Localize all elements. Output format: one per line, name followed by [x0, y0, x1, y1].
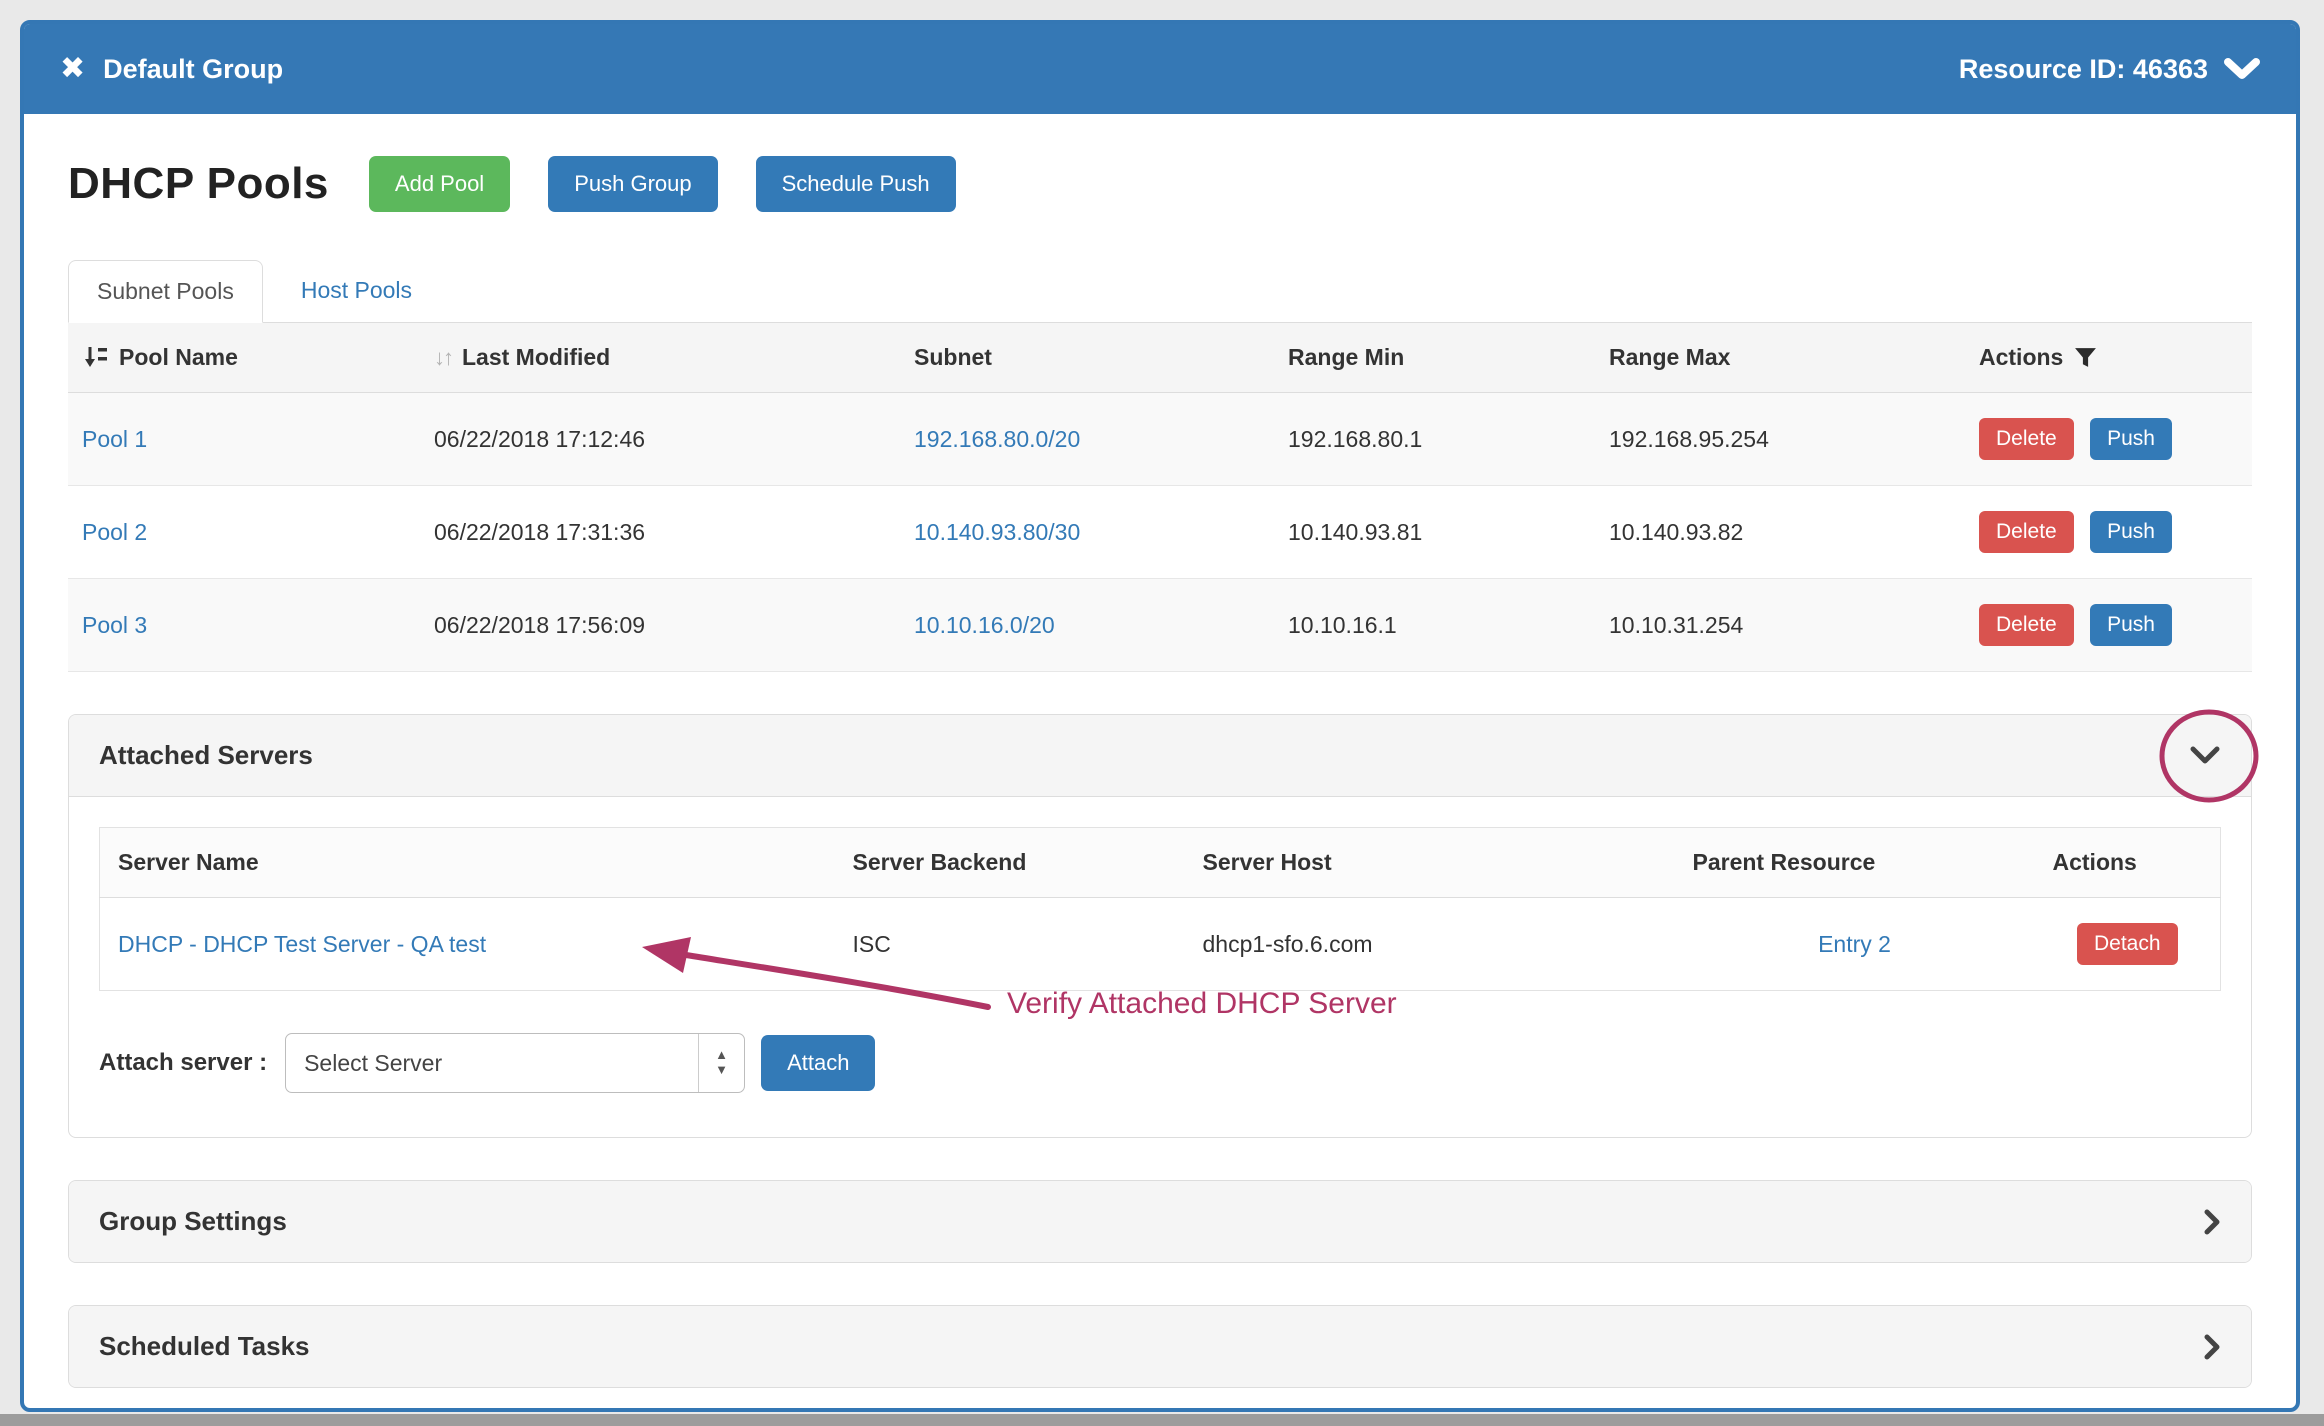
tab-subnet-pools[interactable]: Subnet Pools: [68, 260, 263, 323]
push-button[interactable]: Push: [2090, 604, 2172, 646]
table-row: Pool 3 06/22/2018 17:56:09 10.10.16.0/20…: [68, 579, 2252, 672]
chevron-down-icon[interactable]: [2189, 746, 2221, 766]
chevron-right-icon[interactable]: [2203, 1208, 2221, 1236]
pool-table-header-row: Pool Name ↓↑ Last Modified Subnet Range …: [68, 323, 2252, 393]
scheduled-tasks-title: Scheduled Tasks: [99, 1331, 310, 1362]
filter-icon[interactable]: [2073, 345, 2098, 370]
subnet-pools-table: Pool Name ↓↑ Last Modified Subnet Range …: [68, 323, 2252, 672]
scheduled-tasks-panel: Scheduled Tasks: [68, 1305, 2252, 1388]
select-value: Select Server: [304, 1050, 442, 1077]
attach-server-row: Attach server : Select Server ▲ ▼ Attach: [99, 1033, 2221, 1093]
table-row: DHCP - DHCP Test Server - QA test ISC dh…: [100, 898, 2221, 991]
pool-range-min: 10.140.93.81: [1274, 486, 1595, 579]
col-server-actions: Actions: [2035, 828, 2221, 898]
title-row: DHCP Pools Add Pool Push Group Schedule …: [68, 156, 2252, 212]
attach-button[interactable]: Attach: [761, 1035, 875, 1091]
pool-range-min: 192.168.80.1: [1274, 393, 1595, 486]
group-title: Default Group: [103, 54, 283, 85]
subnet-link[interactable]: 192.168.80.0/20: [914, 426, 1080, 452]
card-header: ✖ Default Group Resource ID: 46363: [24, 24, 2296, 114]
select-arrows-icon: ▲ ▼: [698, 1034, 744, 1092]
chevron-down-icon[interactable]: [2224, 57, 2260, 81]
detach-button[interactable]: Detach: [2077, 923, 2178, 965]
pool-modified: 06/22/2018 17:12:46: [420, 393, 900, 486]
subnet-link[interactable]: 10.140.93.80/30: [914, 519, 1080, 545]
attached-servers-table: Server Name Server Backend Server Host P…: [99, 827, 2221, 991]
col-last-modified: Last Modified: [462, 344, 610, 371]
group-settings-header[interactable]: Group Settings: [69, 1181, 2251, 1262]
col-server-host: Server Host: [1185, 828, 1675, 898]
resource-id-label: Resource ID: 46363: [1959, 54, 2208, 85]
default-group-card: ✖ Default Group Resource ID: 46363 DHCP …: [20, 20, 2300, 1412]
pool-range-max: 10.140.93.82: [1595, 486, 1965, 579]
attached-servers-panel: Attached Servers Server Name Server Back…: [68, 714, 2252, 1138]
col-range-max: Range Max: [1609, 344, 1730, 370]
sort-numeric-icon[interactable]: [82, 344, 109, 371]
subnet-link[interactable]: 10.10.16.0/20: [914, 612, 1055, 638]
pool-range-max: 10.10.31.254: [1595, 579, 1965, 672]
page-title: DHCP Pools: [68, 159, 329, 209]
col-parent-resource: Parent Resource: [1675, 828, 2035, 898]
col-range-min: Range Min: [1288, 344, 1404, 370]
delete-button[interactable]: Delete: [1979, 418, 2074, 460]
push-button[interactable]: Push: [2090, 418, 2172, 460]
col-server-name: Server Name: [100, 828, 835, 898]
group-settings-panel: Group Settings: [68, 1180, 2252, 1263]
push-button[interactable]: Push: [2090, 511, 2172, 553]
col-server-backend: Server Backend: [835, 828, 1185, 898]
tab-host-pools[interactable]: Host Pools: [273, 260, 440, 322]
attach-server-label: Attach server :: [99, 1049, 267, 1077]
server-host: dhcp1-sfo.6.com: [1185, 898, 1675, 991]
scheduled-tasks-header[interactable]: Scheduled Tasks: [69, 1306, 2251, 1387]
col-actions: Actions: [1979, 344, 2063, 371]
resource-id-dropdown[interactable]: Resource ID: 46363: [1959, 54, 2260, 85]
attached-servers-title: Attached Servers: [99, 740, 313, 771]
table-row: Pool 2 06/22/2018 17:31:36 10.140.93.80/…: [68, 486, 2252, 579]
table-row: Pool 1 06/22/2018 17:12:46 192.168.80.0/…: [68, 393, 2252, 486]
delete-button[interactable]: Delete: [1979, 511, 2074, 553]
pool-range-min: 10.10.16.1: [1274, 579, 1595, 672]
pool-tabs: Subnet Pools Host Pools: [68, 260, 2252, 323]
attach-server-select[interactable]: Select Server ▲ ▼: [285, 1033, 745, 1093]
attached-servers-body: Server Name Server Backend Server Host P…: [69, 797, 2251, 1137]
chevron-right-icon[interactable]: [2203, 1333, 2221, 1361]
push-group-button[interactable]: Push Group: [548, 156, 717, 212]
parent-resource-link[interactable]: Entry 2: [1818, 931, 1891, 957]
col-pool-name: Pool Name: [119, 344, 238, 371]
add-pool-button[interactable]: Add Pool: [369, 156, 510, 212]
pool-link[interactable]: Pool 3: [82, 612, 147, 638]
sort-both-icon[interactable]: ↓↑: [434, 345, 452, 371]
delete-button[interactable]: Delete: [1979, 604, 2074, 646]
pool-link[interactable]: Pool 1: [82, 426, 147, 452]
attached-servers-header[interactable]: Attached Servers: [69, 715, 2251, 797]
col-subnet: Subnet: [914, 344, 992, 370]
pool-modified: 06/22/2018 17:56:09: [420, 579, 900, 672]
card-content: DHCP Pools Add Pool Push Group Schedule …: [24, 114, 2296, 1388]
pool-modified: 06/22/2018 17:31:36: [420, 486, 900, 579]
schedule-push-button[interactable]: Schedule Push: [756, 156, 956, 212]
server-name-link[interactable]: DHCP - DHCP Test Server - QA test: [118, 931, 486, 957]
server-backend: ISC: [835, 898, 1185, 991]
page-bottom-edge: [0, 1414, 2324, 1426]
pool-range-max: 192.168.95.254: [1595, 393, 1965, 486]
server-table-header-row: Server Name Server Backend Server Host P…: [100, 828, 2221, 898]
group-settings-title: Group Settings: [99, 1206, 287, 1237]
pool-link[interactable]: Pool 2: [82, 519, 147, 545]
close-icon[interactable]: ✖: [60, 54, 85, 84]
